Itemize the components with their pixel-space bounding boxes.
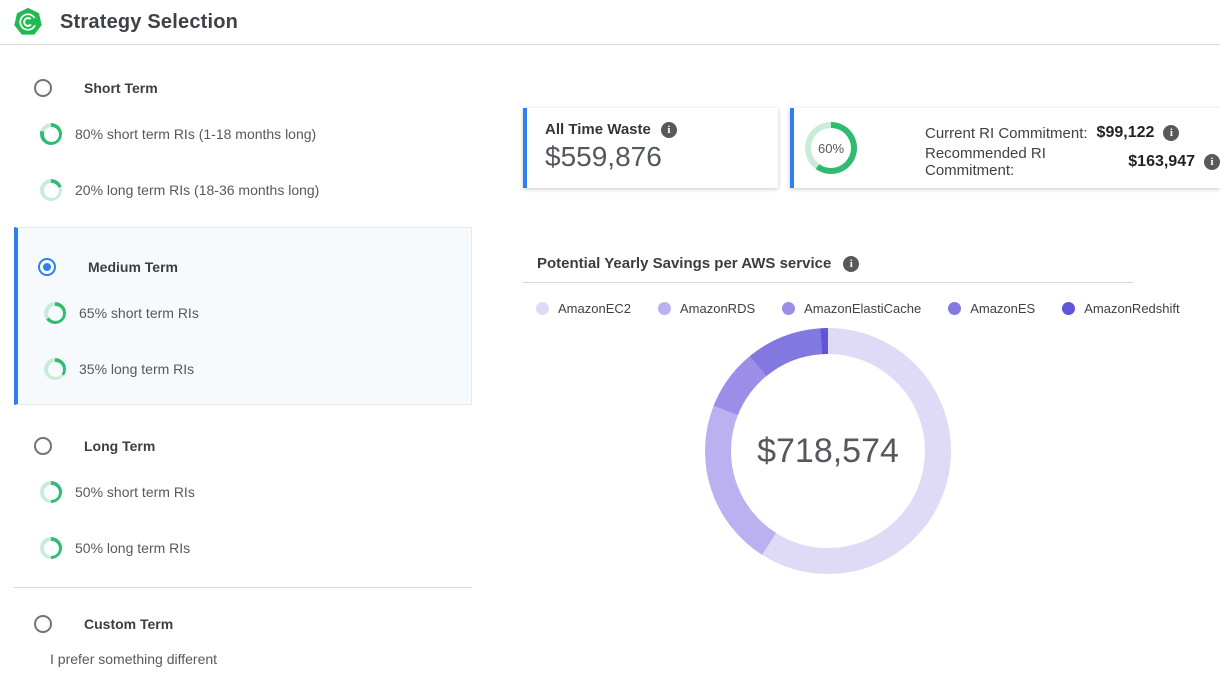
allocation-ring-icon bbox=[44, 358, 66, 380]
legend-dot-icon bbox=[658, 302, 671, 315]
card-title: All Time Waste bbox=[545, 121, 651, 138]
radio-custom-term[interactable] bbox=[34, 615, 52, 633]
all-time-waste-value: $559,876 bbox=[545, 141, 778, 173]
allocation-row: 65% short term RIs bbox=[44, 302, 199, 324]
recommended-commitment-label: Recommended RI Commitment: bbox=[925, 145, 1119, 179]
strategy-list: Short Term 80% short term RIs (1-18 mont… bbox=[14, 45, 472, 691]
strategy-group-short-term: Short Term 80% short term RIs (1-18 mont… bbox=[14, 69, 472, 219]
strategy-group-custom-term: Custom Term I prefer something different bbox=[14, 605, 472, 691]
donut-segment-AmazonRDS[interactable] bbox=[703, 326, 953, 576]
recommended-commitment-value: $163,947 bbox=[1128, 153, 1195, 171]
current-commitment-value: $99,122 bbox=[1097, 124, 1155, 142]
legend-dot-icon bbox=[782, 302, 795, 315]
savings-donut-chart[interactable]: $718,574 bbox=[703, 326, 953, 576]
legend-dot-icon bbox=[1062, 302, 1075, 315]
allocation-ring-icon bbox=[44, 302, 66, 324]
allocation-row: 35% long term RIs bbox=[44, 358, 194, 380]
allocation-row: 50% short term RIs bbox=[40, 481, 195, 503]
commitment-progress-label: 60% bbox=[818, 141, 844, 156]
allocation-label: 35% long term RIs bbox=[79, 361, 194, 377]
strategy-group-long-term: Long Term 50% short term RIs 50% long te… bbox=[14, 427, 472, 587]
allocation-row: 80% short term RIs (1-18 months long) bbox=[40, 123, 316, 145]
info-icon[interactable]: i bbox=[1204, 154, 1220, 170]
strategy-option-medium-term[interactable]: Medium Term bbox=[38, 258, 178, 276]
legend-label: AmazonEC2 bbox=[558, 301, 631, 316]
allocation-ring-icon bbox=[40, 537, 62, 559]
legend-item-amazonrds[interactable]: AmazonRDS bbox=[658, 301, 755, 316]
allocation-ring-icon bbox=[40, 123, 62, 145]
strategy-label: Custom Term bbox=[66, 616, 173, 632]
legend-dot-icon bbox=[948, 302, 961, 315]
legend-item-amazonredshift[interactable]: AmazonRedshift bbox=[1062, 301, 1179, 316]
donut-segment-AmazonES[interactable] bbox=[703, 326, 953, 576]
allocation-row: 50% long term RIs bbox=[40, 537, 190, 559]
allocation-label: 50% short term RIs bbox=[75, 484, 195, 500]
cloudability-logo-icon bbox=[14, 8, 42, 36]
allocation-label: 80% short term RIs (1-18 months long) bbox=[75, 126, 316, 142]
strategy-option-short-term[interactable]: Short Term bbox=[34, 79, 158, 97]
strategy-label: Long Term bbox=[66, 438, 155, 454]
radio-long-term[interactable] bbox=[34, 437, 52, 455]
strategy-label: Short Term bbox=[66, 80, 158, 96]
strategy-label: Medium Term bbox=[70, 259, 178, 275]
legend-label: AmazonRDS bbox=[680, 301, 755, 316]
page-title: Strategy Selection bbox=[60, 0, 238, 45]
info-icon[interactable]: i bbox=[843, 256, 859, 272]
custom-term-description: I prefer something different bbox=[50, 651, 217, 667]
app-header: Strategy Selection bbox=[0, 0, 1220, 45]
chart-legend: AmazonEC2 AmazonRDS AmazonElastiCache Am… bbox=[536, 301, 1180, 316]
allocation-label: 20% long term RIs (18-36 months long) bbox=[75, 182, 319, 198]
commitment-progress-ring: 60% bbox=[805, 122, 857, 174]
current-commitment-row: Current RI Commitment: $99,122 i bbox=[925, 123, 1220, 143]
strategy-option-custom-term[interactable]: Custom Term bbox=[34, 615, 173, 633]
allocation-ring-icon bbox=[40, 179, 62, 201]
info-icon[interactable]: i bbox=[661, 122, 677, 138]
section-divider bbox=[14, 587, 472, 588]
strategy-option-long-term[interactable]: Long Term bbox=[34, 437, 155, 455]
recommended-commitment-row: Recommended RI Commitment: $163,947 i bbox=[925, 152, 1220, 172]
chart-title: Potential Yearly Savings per AWS service bbox=[537, 255, 831, 272]
info-icon[interactable]: i bbox=[1163, 125, 1179, 141]
legend-item-amazonec2[interactable]: AmazonEC2 bbox=[536, 301, 631, 316]
legend-item-amazones[interactable]: AmazonES bbox=[948, 301, 1035, 316]
radio-short-term[interactable] bbox=[34, 79, 52, 97]
all-time-waste-card: All Time Waste i $559,876 bbox=[523, 108, 778, 188]
strategy-group-medium-term: Medium Term 65% short term RIs 35% long … bbox=[14, 227, 472, 405]
allocation-label: 65% short term RIs bbox=[79, 305, 199, 321]
allocation-label: 50% long term RIs bbox=[75, 540, 190, 556]
allocation-row: 20% long term RIs (18-36 months long) bbox=[40, 179, 319, 201]
legend-label: AmazonES bbox=[970, 301, 1035, 316]
radio-medium-term[interactable] bbox=[38, 258, 56, 276]
chart-title-row: Potential Yearly Savings per AWS service… bbox=[537, 255, 859, 272]
ri-commitment-card: 60% Current RI Commitment: $99,122 i Rec… bbox=[790, 108, 1220, 188]
chart-divider bbox=[523, 282, 1133, 283]
current-commitment-label: Current RI Commitment: bbox=[925, 125, 1088, 142]
allocation-ring-icon bbox=[40, 481, 62, 503]
legend-label: AmazonElastiCache bbox=[804, 301, 921, 316]
legend-dot-icon bbox=[536, 302, 549, 315]
legend-label: AmazonRedshift bbox=[1084, 301, 1179, 316]
legend-item-amazonelasticache[interactable]: AmazonElastiCache bbox=[782, 301, 921, 316]
donut-segment-AmazonElastiCache[interactable] bbox=[703, 326, 953, 576]
